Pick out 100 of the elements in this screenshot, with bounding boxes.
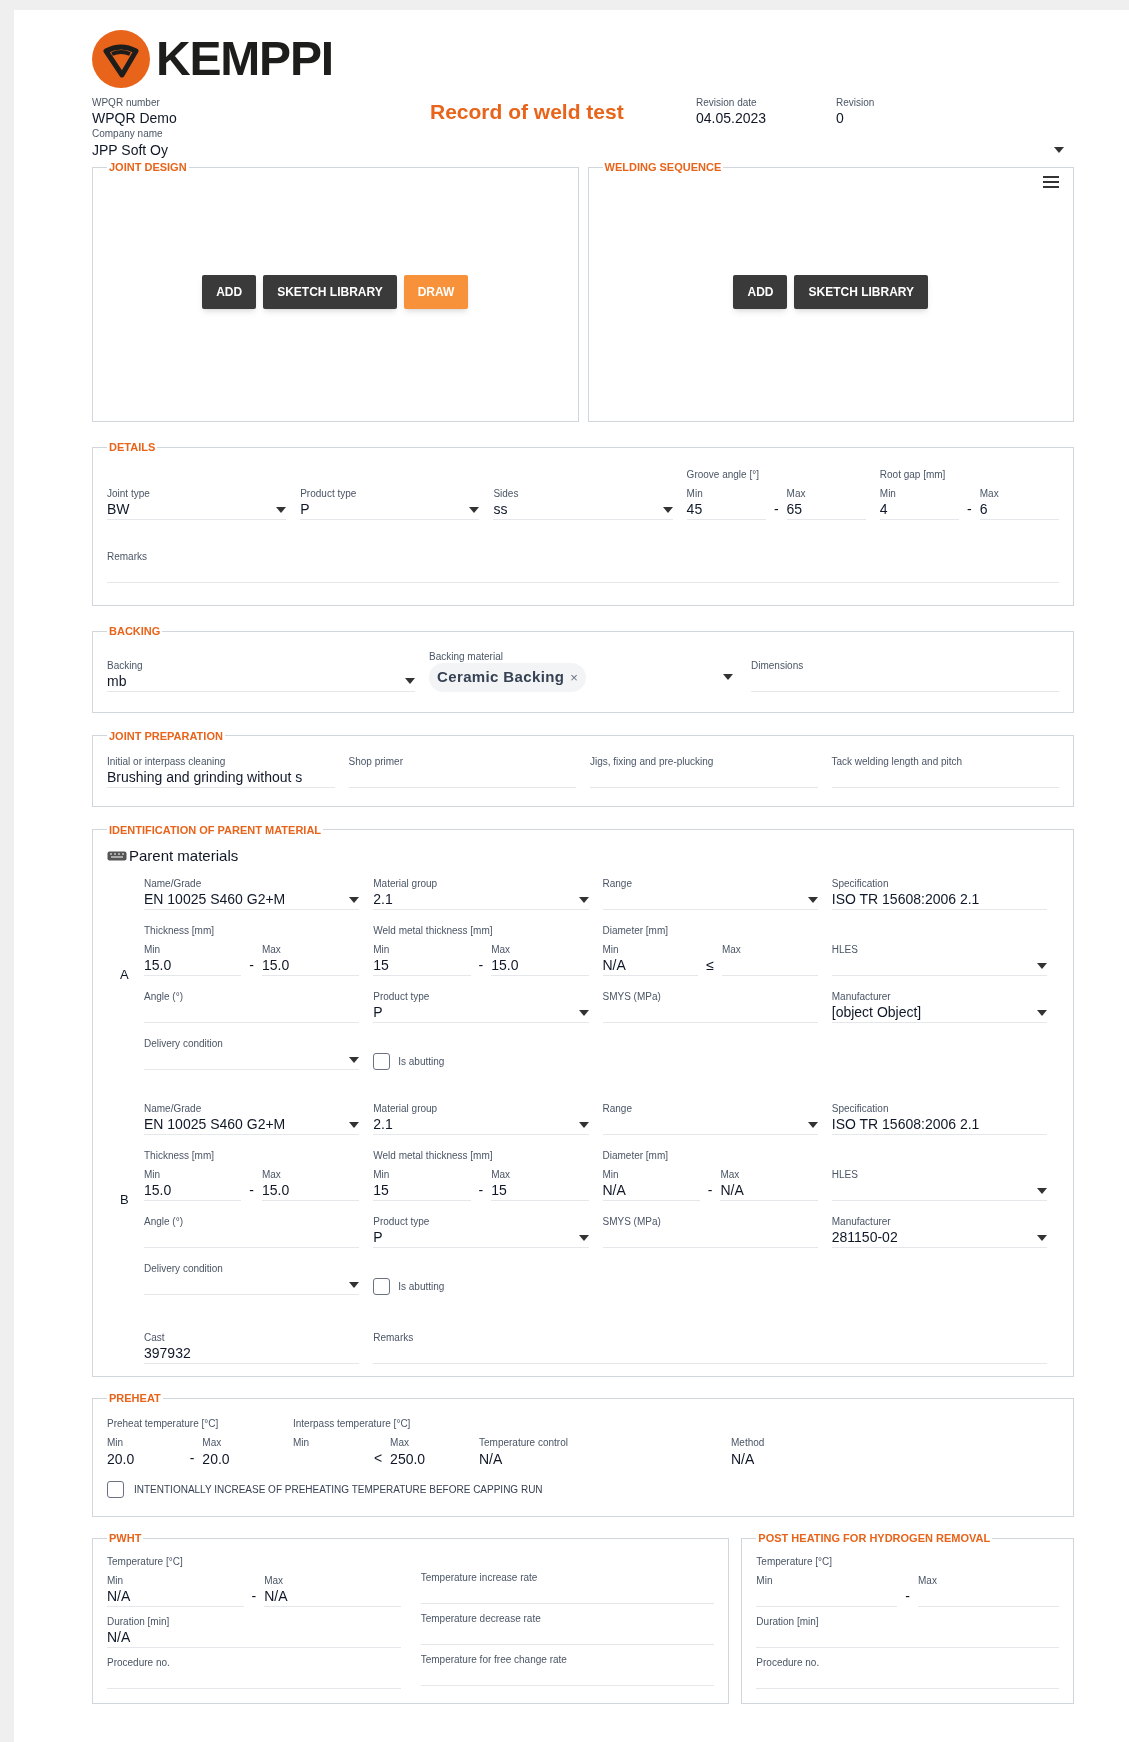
caret-icon bbox=[1054, 147, 1064, 153]
input-field[interactable]: N/A bbox=[107, 1628, 401, 1648]
input-field[interactable]: 15.0 bbox=[261, 1181, 360, 1201]
dropdown-field[interactable]: 2.1 bbox=[373, 1115, 589, 1135]
field-label: Diameter [mm] bbox=[602, 1149, 670, 1162]
field-label: Min bbox=[144, 943, 162, 956]
field-label: Max bbox=[261, 943, 282, 956]
caret-icon bbox=[276, 506, 287, 513]
field-label: Max bbox=[202, 1436, 223, 1449]
section-title: POST HEATING FOR HYDROGEN REMOVAL bbox=[757, 1531, 992, 1545]
input-field[interactable]: N/A bbox=[602, 956, 699, 976]
dropdown-field[interactable]: EN 10025 S460 G2+M bbox=[144, 1115, 360, 1135]
caret-icon bbox=[349, 1121, 360, 1128]
input-field[interactable]: 20.0 bbox=[202, 1449, 277, 1469]
input-field[interactable]: 65 bbox=[786, 500, 866, 520]
caret-icon bbox=[723, 674, 733, 681]
input-field[interactable]: 250.0 bbox=[390, 1449, 463, 1469]
menu-icon[interactable] bbox=[1043, 176, 1059, 188]
field-label: Weld metal thickness [mm] bbox=[373, 1149, 494, 1162]
range-separator: - bbox=[251, 1587, 257, 1606]
field-label: Temperature [°C] bbox=[107, 1555, 184, 1568]
field-label: Max bbox=[491, 1168, 512, 1181]
field-label: Max bbox=[979, 487, 1000, 500]
field-label: Product type bbox=[300, 487, 358, 500]
input-field[interactable]: N/A bbox=[264, 1587, 401, 1607]
field-label: Interpass temperature [°C] bbox=[293, 1417, 412, 1430]
input-field[interactable]: 15 bbox=[373, 1181, 471, 1201]
field-label: Specification bbox=[831, 877, 890, 890]
dropdown-field[interactable]: P bbox=[373, 1003, 589, 1023]
dropdown-field[interactable]: ss bbox=[493, 500, 673, 520]
caret-icon bbox=[1037, 1234, 1047, 1241]
dropdown-field[interactable]: EN 10025 S460 G2+M bbox=[144, 890, 360, 910]
section-title: DETAILS bbox=[108, 440, 157, 454]
section-title: PWHT bbox=[108, 1531, 143, 1545]
dropdown-field[interactable]: P bbox=[300, 500, 480, 520]
page-title: Record of weld test bbox=[430, 99, 625, 124]
input-field[interactable]: 15.0 bbox=[261, 956, 360, 976]
input-field[interactable]: 15 bbox=[373, 956, 471, 976]
caret-icon bbox=[405, 678, 415, 684]
range-separator: - bbox=[905, 1587, 910, 1606]
input-field[interactable]: 45 bbox=[686, 500, 766, 520]
dropdown-field[interactable]: mb bbox=[107, 671, 415, 692]
dropdown-field[interactable]: P bbox=[373, 1228, 589, 1248]
checkbox[interactable] bbox=[373, 1053, 391, 1070]
dropdown-field[interactable]: 281150-02 bbox=[831, 1228, 1047, 1248]
field-label: Max bbox=[786, 487, 807, 500]
sketch-button[interactable]: SKETCH LIBRARY bbox=[794, 274, 929, 309]
field-label: Angle (°) bbox=[144, 990, 184, 1003]
input-field[interactable]: N/A bbox=[720, 1181, 818, 1201]
input-field[interactable]: 15.0 bbox=[491, 956, 589, 976]
field-value: 0 bbox=[836, 109, 845, 127]
sketch-button[interactable]: ADD bbox=[733, 274, 788, 309]
input-field[interactable]: N/A bbox=[479, 1449, 715, 1469]
field-label: Max bbox=[390, 1436, 410, 1449]
field-label: Max bbox=[720, 1168, 741, 1181]
field-label: Product type bbox=[373, 990, 431, 1003]
input-field[interactable]: ISO TR 15608:2006 2.1 bbox=[831, 1115, 1047, 1135]
field-label: Weld metal thickness [mm] bbox=[373, 924, 494, 937]
field-label: Revision bbox=[836, 96, 876, 109]
input-field[interactable]: N/A bbox=[602, 1181, 700, 1201]
checkbox[interactable] bbox=[107, 1481, 124, 1498]
input-field[interactable]: 397932 bbox=[144, 1344, 360, 1364]
dropdown-field[interactable]: 2.1 bbox=[373, 890, 589, 910]
dropdown-field[interactable]: BW bbox=[107, 500, 287, 520]
range-separator: - bbox=[189, 1449, 195, 1468]
field-label: Max bbox=[918, 1574, 938, 1587]
input-field[interactable]: 15.0 bbox=[144, 956, 242, 976]
dropdown-field[interactable]: JPP Soft Oy bbox=[92, 140, 1074, 160]
field-label: Specification bbox=[831, 1102, 890, 1115]
section-title: BACKING bbox=[108, 624, 162, 638]
range-separator: < bbox=[373, 1449, 383, 1468]
input-field[interactable]: N/A bbox=[107, 1587, 244, 1607]
caret-icon bbox=[469, 506, 480, 513]
field-label: Max bbox=[491, 943, 512, 956]
material-letter: B bbox=[119, 1191, 129, 1209]
sketch-button[interactable]: ADD bbox=[202, 274, 257, 309]
range-separator: - bbox=[967, 500, 972, 519]
input-field[interactable]: 20.0 bbox=[107, 1449, 182, 1469]
input-field[interactable]: 15 bbox=[491, 1181, 589, 1201]
field-label: Range bbox=[602, 877, 633, 890]
sketch-button[interactable]: SKETCH LIBRARY bbox=[263, 274, 397, 309]
caret-icon bbox=[1037, 962, 1047, 969]
caret-icon bbox=[662, 506, 673, 513]
input-field[interactable]: 15.0 bbox=[144, 1181, 242, 1201]
input-field[interactable]: ISO TR 15608:2006 2.1 bbox=[831, 890, 1047, 910]
caret-icon bbox=[807, 896, 818, 903]
input-field[interactable]: 6 bbox=[979, 500, 1059, 520]
dropdown-field[interactable]: Ceramic Backing × bbox=[429, 663, 737, 692]
remove-button[interactable]: × bbox=[570, 670, 578, 684]
field-label: SMYS (MPa) bbox=[602, 990, 662, 1003]
field-label: Min bbox=[144, 1168, 162, 1181]
input-field[interactable]: Brushing and grinding without s bbox=[107, 767, 335, 788]
caret-icon bbox=[578, 1121, 589, 1128]
field-label: Remarks bbox=[373, 1331, 415, 1344]
checkbox[interactable] bbox=[373, 1278, 391, 1295]
field-label: Name/Grade bbox=[144, 877, 203, 890]
field-label: Delivery condition bbox=[144, 1037, 224, 1050]
dropdown-field[interactable]: [object Object] bbox=[831, 1003, 1047, 1023]
input-field[interactable]: 4 bbox=[879, 500, 960, 520]
input-field[interactable]: N/A bbox=[731, 1449, 1059, 1469]
